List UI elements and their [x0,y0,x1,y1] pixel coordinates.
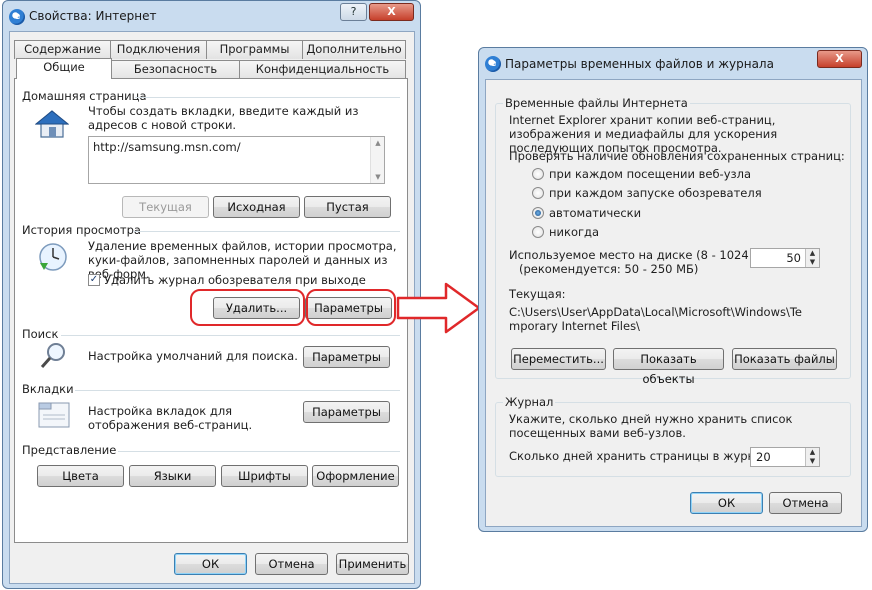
check-updates-label: Проверять наличие обновления сохраненных… [509,149,845,163]
radio-every-visit[interactable] [532,168,544,180]
use-blank-button[interactable]: Пустая [304,196,391,218]
delete-on-exit-label: Удалить журнал обозревателя при выходе [104,273,366,287]
spin-arrows-icon[interactable]: ▲ ▼ [805,448,819,466]
home-page-url-field[interactable]: http://samsung.msn.com/ ▲ ▼ [88,136,385,184]
colors-button[interactable]: Цвета [37,465,124,487]
apply-button[interactable]: Применить [336,553,409,575]
home-page-description: Чтобы создать вкладки, введите каждый из… [88,104,359,132]
disk-space-value: 50 [786,251,801,265]
radio-every-start-label: при каждом запуске обозревателя [549,186,762,200]
search-title: Поиск [22,327,59,341]
radio-every-visit-label: при каждом посещении веб-узла [549,167,752,181]
tabs-settings-button[interactable]: Параметры [303,401,390,423]
home-icon [34,109,70,139]
current-location-label: Текущая: [509,287,566,301]
languages-button[interactable]: Языки [129,465,216,487]
ie-logo-icon: e [485,56,501,72]
tab-content[interactable]: Содержание [14,40,111,59]
history-group-title: Журнал [503,395,556,409]
tab-programs[interactable]: Программы [206,40,303,59]
temp-files-group-title: Временные файлы Интернета [503,96,690,110]
use-current-button[interactable]: Текущая [122,196,209,218]
arrow-graphic [396,278,482,338]
divider [75,390,400,391]
history-title: История просмотра [22,223,141,237]
ie-logo-icon: e [9,9,25,25]
tab-general[interactable]: Общие [16,58,112,79]
radio-automatically[interactable] [532,207,544,219]
highlight-delete [190,289,305,326]
tab-connections[interactable]: Подключения [110,40,207,59]
history-description: Укажите, сколько дней нужно хранить спис… [509,412,793,440]
radio-never-label: никогда [549,225,600,239]
history-days-stepper[interactable]: 20 ▲ ▼ [750,447,820,467]
fonts-button[interactable]: Шрифты [221,465,308,487]
divider [135,97,400,98]
view-files-button[interactable]: Показать файлы [732,348,837,370]
delete-on-exit-checkbox[interactable]: ✓ [88,274,100,286]
divider [133,231,400,232]
cancel-button[interactable]: Отмена [255,553,328,575]
radio-every-start[interactable] [532,187,544,199]
search-settings-button[interactable]: Параметры [303,346,390,368]
home-page-title: Домашняя страница [22,89,147,103]
search-description: Настройка умолчаний для поиска. [88,349,298,363]
history-days-label: Сколько дней хранить страницы в журнале: [509,449,781,463]
history-days-value: 20 [756,450,771,464]
tab-security[interactable]: Безопасность [111,60,240,79]
appearance-title: Представление [22,443,117,457]
tabs-icon [37,399,71,429]
radio-never[interactable] [532,226,544,238]
close-button[interactable]: X [817,50,862,68]
dialog-client: Содержание Подключения Программы Дополни… [9,31,415,584]
history-icon [37,241,69,273]
home-page-url-value: http://samsung.msn.com/ [93,140,241,154]
radio-automatically-label: автоматически [549,206,642,220]
view-objects-button[interactable]: Показать объекты [613,348,724,386]
current-location-path: C:\Users\User\AppData\Local\Microsoft\Wi… [509,305,802,333]
move-folder-button[interactable]: Переместить... [511,348,606,370]
tab-privacy[interactable]: Конфиденциальность [239,60,406,79]
tabs-title: Вкладки [22,382,74,396]
spin-arrows-icon[interactable]: ▲ ▼ [805,249,819,267]
disk-space-hint: (рекомендуется: 50 - 250 МБ) [519,262,699,276]
accessibility-button[interactable]: Оформление [312,465,399,487]
ok-button[interactable]: ОК [174,553,247,575]
cancel-button[interactable]: Отмена [769,492,842,514]
internet-options-window: e Свойства: Интернет ? X Содержание Подк… [2,0,421,589]
tab-advanced[interactable]: Дополнительно [302,40,406,59]
disk-space-label: Используемое место на диске (8 - 1024 МБ… [509,248,779,262]
dialog-client: Временные файлы Интернета Internet Explo… [485,79,862,527]
use-default-button[interactable]: Исходная [213,196,300,218]
window-title: Свойства: Интернет [29,9,157,23]
general-tab-panel: Домашняя страница Чтобы создать вкладки,… [14,78,408,543]
scrollbar[interactable]: ▲ ▼ [370,137,384,183]
temp-files-window: e Параметры временных файлов и журнала X… [478,47,868,532]
tabs-description: Настройка вкладок для отображения веб-ст… [88,404,253,432]
divider [118,451,400,452]
help-button[interactable]: ? [340,3,367,21]
close-button[interactable]: X [369,3,414,21]
ok-button[interactable]: ОК [690,492,763,514]
highlight-settings [306,289,396,326]
window-title: Параметры временных файлов и журнала [505,57,774,71]
magnifier-icon [39,341,69,371]
disk-space-stepper[interactable]: 50 ▲ ▼ [750,248,820,268]
divider [61,335,400,336]
